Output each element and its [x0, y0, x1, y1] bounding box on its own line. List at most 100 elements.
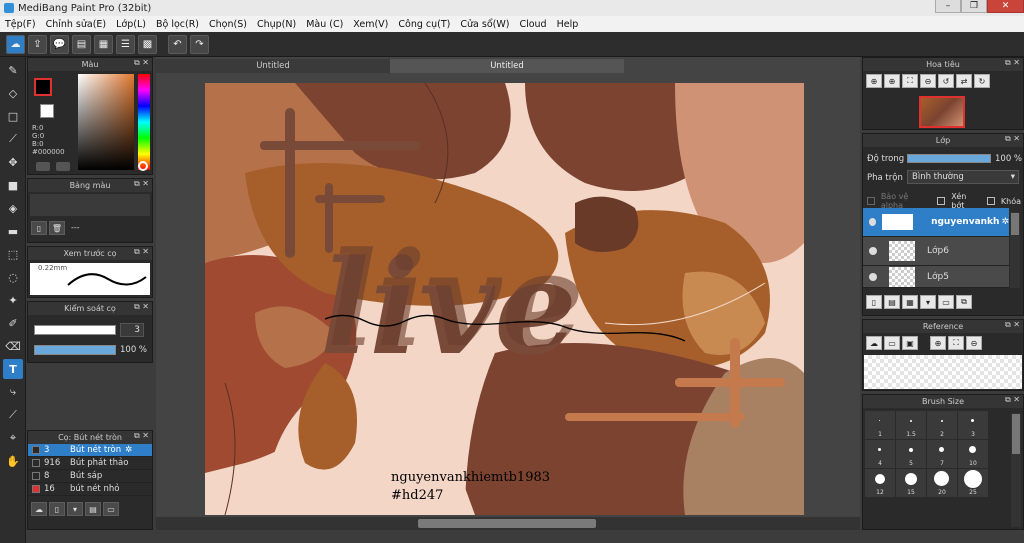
brush-size-cell[interactable]: 1.5	[896, 411, 926, 439]
brush-size-cell[interactable]: 15	[896, 469, 926, 497]
brush-size-slider[interactable]	[34, 325, 116, 335]
brush-size-cell[interactable]: 3	[958, 411, 988, 439]
brush-size-cell[interactable]: 25	[958, 469, 988, 497]
list-icon[interactable]: ☰	[116, 34, 135, 54]
swap-color-button[interactable]	[56, 162, 70, 171]
protect-alpha-checkbox[interactable]	[867, 197, 875, 205]
drawing-canvas[interactable]: live live nguyenvankhiemtb1983 #hd247	[205, 83, 804, 515]
menu-file[interactable]: Tệp(F)	[0, 19, 41, 30]
magic-wand-tool-icon[interactable]: ✦	[3, 290, 23, 310]
panel-close-icon[interactable]: ⧉ ✕	[1005, 395, 1020, 405]
zoom-in-icon[interactable]: ⊕	[866, 74, 882, 88]
reference-image-area[interactable]	[864, 355, 1022, 389]
menu-filter[interactable]: Bộ lọc(R)	[151, 19, 204, 30]
new-brush-icon[interactable]: ▯	[49, 502, 65, 516]
zoom-out-icon[interactable]: ⊖	[920, 74, 936, 88]
menu-window[interactable]: Cửa sổ(W)	[455, 19, 514, 30]
minimize-button[interactable]: –	[935, 0, 961, 13]
menu-select[interactable]: Chọn(S)	[204, 19, 252, 30]
brush-size-cell[interactable]: 2	[927, 411, 957, 439]
gradient-tool-icon[interactable]: ▬	[3, 221, 23, 241]
panel-close-icon[interactable]: ⧉ ✕	[134, 431, 149, 441]
line-tool-icon[interactable]: ⟋	[3, 129, 23, 149]
doc-tab-active[interactable]: Untitled	[390, 59, 624, 73]
image-icon[interactable]: ▣	[902, 336, 918, 350]
chat-icon[interactable]: 💬	[50, 34, 69, 54]
fit-icon[interactable]: ⛶	[902, 74, 918, 88]
layer-row-active[interactable]: nguyenvankh ✲	[863, 208, 1009, 237]
brush-size-cell[interactable]: 5	[896, 440, 926, 468]
menu-help[interactable]: Help	[552, 19, 584, 30]
zoom-out-icon[interactable]: ⊖	[966, 336, 982, 350]
visibility-icon[interactable]	[869, 218, 877, 226]
select-eraser-tool-icon[interactable]: ⌫	[3, 336, 23, 356]
fit-icon[interactable]: ⛶	[948, 336, 964, 350]
text-tool-icon[interactable]: T	[3, 359, 23, 379]
lock-checkbox[interactable]	[987, 197, 995, 205]
horizontal-scrollbar[interactable]	[156, 517, 860, 530]
layer-row[interactable]: Lớp6	[863, 237, 1009, 266]
menu-tools[interactable]: Công cụ(T)	[393, 19, 455, 30]
palette-swatch-area[interactable]	[30, 194, 150, 216]
panel-close-icon[interactable]: ⧉ ✕	[134, 58, 149, 68]
folder-icon[interactable]: ▭	[103, 502, 119, 516]
brush-size-cell[interactable]: 20	[927, 469, 957, 497]
panel-close-icon[interactable]: ⧉ ✕	[1005, 58, 1020, 68]
close-button[interactable]: ✕	[987, 0, 1024, 13]
delete-palette-icon[interactable]: 🗑	[49, 221, 65, 235]
zoom-in-icon[interactable]: ⊕	[930, 336, 946, 350]
undo-icon[interactable]: ↶	[168, 34, 187, 54]
brush-size-cell[interactable]: 4	[865, 440, 895, 468]
brush-item[interactable]: 16 bút nét nhỏ	[28, 483, 152, 496]
brush-size-value[interactable]: 3	[120, 323, 144, 337]
document-icon[interactable]: ▦	[94, 34, 113, 54]
secondary-color-swatch[interactable]	[40, 104, 54, 118]
add-color-button[interactable]	[36, 162, 50, 171]
folder-icon[interactable]: ▭	[938, 295, 954, 309]
zoom-in-icon[interactable]: ⊕	[884, 74, 900, 88]
select-pen-tool-icon[interactable]: ✐	[3, 313, 23, 333]
rotate-right-icon[interactable]: ↻	[974, 74, 990, 88]
layer-opacity-slider[interactable]	[907, 154, 991, 163]
eraser-tool-icon[interactable]: ◇	[3, 83, 23, 103]
brush-size-cell[interactable]: 12	[865, 469, 895, 497]
select-rect-tool-icon[interactable]: ⬚	[3, 244, 23, 264]
lasso-tool-icon[interactable]: ◌	[3, 267, 23, 287]
rotate-left-icon[interactable]: ↺	[938, 74, 954, 88]
brush-opacity-slider[interactable]	[34, 345, 116, 355]
gear-icon[interactable]: ✲	[125, 445, 132, 455]
brush-tool-icon[interactable]: ✎	[3, 60, 23, 80]
gear-icon[interactable]: ✲	[1001, 217, 1009, 227]
flip-icon[interactable]: ⇄	[956, 74, 972, 88]
brush-item[interactable]: 916 Bút phát thảo	[28, 457, 152, 470]
bucket-tool-icon[interactable]: ◈	[3, 198, 23, 218]
menu-edit[interactable]: Chỉnh sửa(E)	[41, 19, 112, 30]
cloud-brush-icon[interactable]: ☁	[31, 502, 47, 516]
hue-handle[interactable]	[138, 161, 148, 171]
panel-close-icon[interactable]: ⧉ ✕	[1005, 320, 1020, 330]
cloud-icon[interactable]: ☁	[866, 336, 882, 350]
visibility-icon[interactable]	[869, 247, 877, 255]
brush-size-cell[interactable]: 7	[927, 440, 957, 468]
panel-close-icon[interactable]: ⧉ ✕	[134, 247, 149, 257]
menu-cloud[interactable]: Cloud	[514, 19, 551, 30]
navigator-thumbnail[interactable]	[919, 96, 965, 128]
clipping-checkbox[interactable]	[937, 197, 946, 205]
hand-tool-icon[interactable]: ✋	[3, 451, 23, 471]
saturation-value-picker[interactable]	[78, 74, 134, 170]
redo-icon[interactable]: ↷	[190, 34, 209, 54]
hue-slider[interactable]	[138, 74, 150, 170]
scrollbar-thumb[interactable]	[1011, 213, 1019, 235]
duplicate-layer-icon[interactable]: ⧉	[956, 295, 972, 309]
layer-row[interactable]: Lớp5	[863, 266, 1009, 288]
doc-tab[interactable]: Untitled	[156, 59, 390, 73]
add-brush-icon[interactable]: ▾	[67, 502, 83, 516]
visibility-icon[interactable]	[869, 272, 877, 281]
menu-snap[interactable]: Chụp(N)	[252, 19, 301, 30]
menu-layer[interactable]: Lớp(L)	[111, 19, 151, 30]
new-8bit-layer-icon[interactable]: ▦	[902, 295, 918, 309]
maximize-button[interactable]: ❐	[961, 0, 987, 13]
brush-size-scrollbar[interactable]	[1011, 413, 1021, 527]
brush-size-cell[interactable]: 1	[865, 411, 895, 439]
blend-mode-select[interactable]: Bình thường ▾	[907, 170, 1019, 184]
